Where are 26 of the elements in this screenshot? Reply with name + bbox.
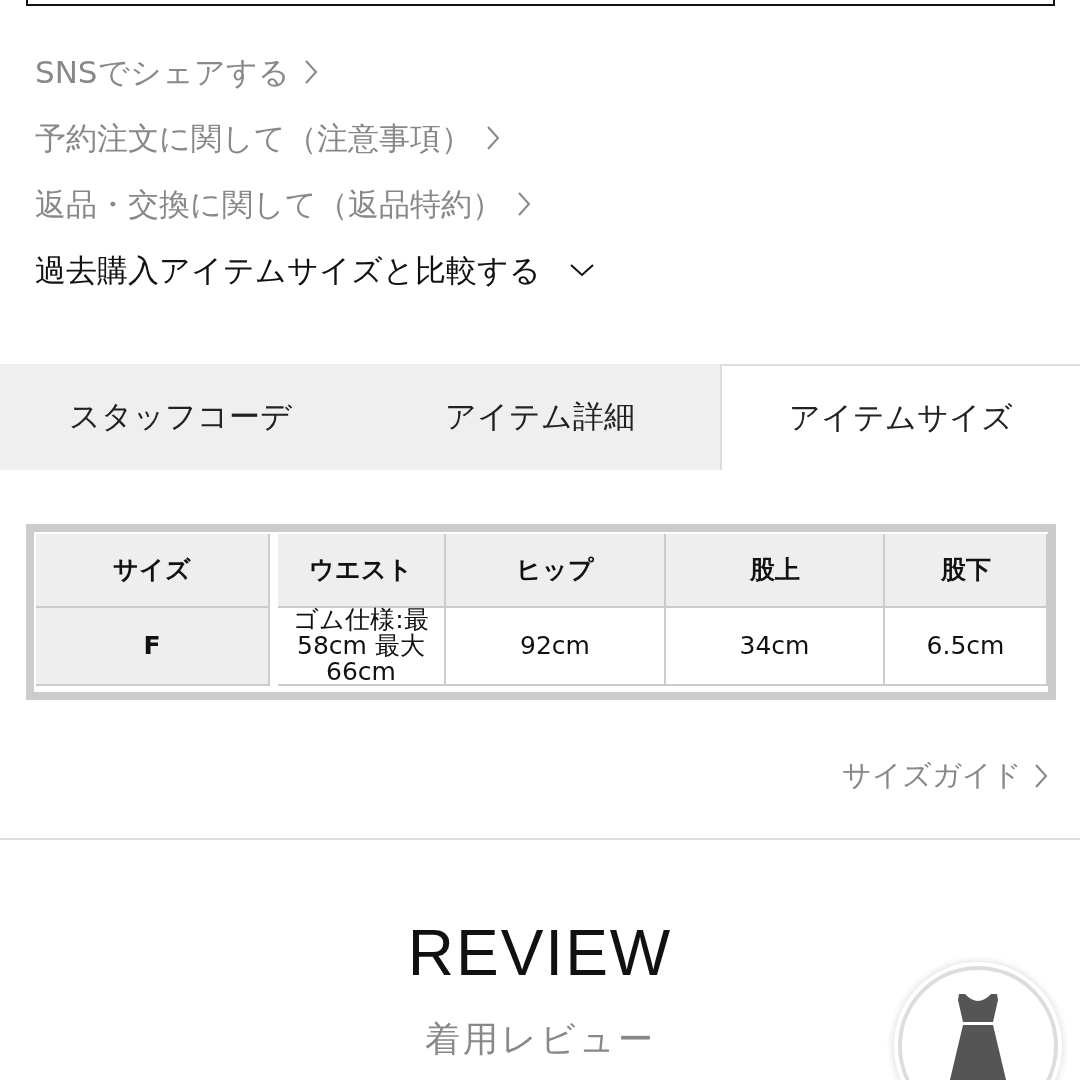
table-header-cell: 股上 <box>666 534 885 608</box>
tab[interactable]: アイテムサイズ <box>720 364 1080 470</box>
info-link[interactable]: SNSでシェアする <box>35 50 318 94</box>
tab[interactable]: アイテム詳細 <box>360 364 720 470</box>
dress-icon <box>947 994 1009 1080</box>
table-cell: 92cm <box>446 608 666 686</box>
table-header-cell: ヒップ <box>446 534 666 608</box>
compare-sizes-toggle[interactable]: 過去購入アイテムサイズと比較する <box>35 248 595 292</box>
table-header-cell: ウエスト <box>278 534 446 608</box>
chevron-down-icon <box>569 262 595 278</box>
info-link[interactable]: 予約注文に関して（注意事項） <box>35 116 500 160</box>
tab[interactable]: スタッフコーデ <box>0 364 360 470</box>
table-header-cell: サイズ <box>36 534 270 608</box>
section-subtitle: 着用レビュー <box>424 1018 656 1061</box>
chevron-right-icon <box>1034 763 1048 789</box>
chevron-right-icon <box>486 125 500 151</box>
size-guide-link[interactable]: サイズガイド <box>842 756 1048 796</box>
table-header-cell: 股下 <box>885 534 1048 608</box>
table-cell: F <box>36 608 270 686</box>
chevron-right-icon <box>303 59 318 85</box>
table-cell: 6.5cm <box>885 608 1048 686</box>
table-cell: ゴム仕様:最 58cm 最大 66cm <box>278 608 446 686</box>
table-cell: 34cm <box>666 608 885 686</box>
section-title: REVIEW <box>407 916 673 990</box>
chevron-right-icon <box>517 191 531 217</box>
info-link[interactable]: 返品・交換に関して（返品特約） <box>35 182 531 226</box>
